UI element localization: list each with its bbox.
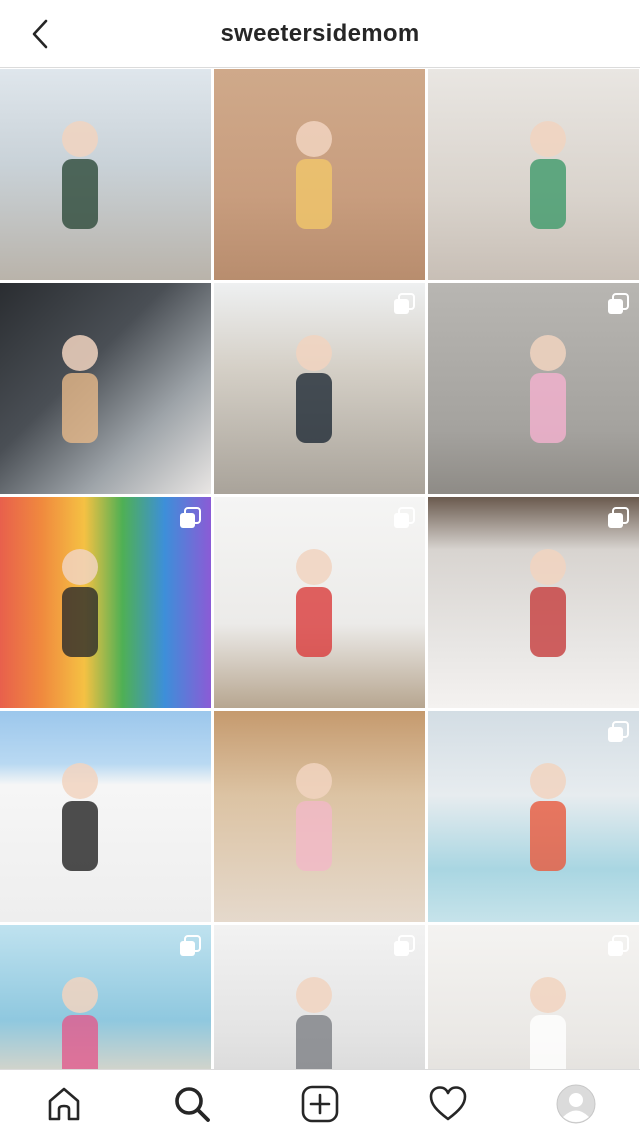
post-thumbnail[interactable] — [0, 497, 211, 708]
add-post-icon — [301, 1085, 339, 1123]
chevron-left-icon — [32, 19, 48, 49]
heart-icon — [429, 1086, 467, 1121]
carousel-icon — [394, 935, 415, 956]
post-photo — [214, 711, 425, 922]
avatar — [556, 1084, 596, 1124]
posts-grid — [0, 69, 640, 1136]
post-photo — [0, 711, 211, 922]
post-photo — [0, 69, 211, 280]
top-bar: sweetersidemom — [0, 0, 640, 68]
bottom-navigation — [0, 1069, 640, 1138]
post-thumbnail[interactable] — [214, 69, 425, 280]
home-icon — [48, 1087, 80, 1121]
home-tab[interactable] — [40, 1080, 88, 1128]
post-photo — [428, 69, 639, 280]
profile-username: sweetersidemom — [220, 19, 420, 47]
carousel-icon — [608, 293, 629, 314]
post-thumbnail[interactable] — [428, 283, 639, 494]
post-thumbnail[interactable] — [214, 497, 425, 708]
back-button[interactable] — [24, 18, 56, 50]
activity-tab[interactable] — [424, 1080, 472, 1128]
carousel-icon — [394, 507, 415, 528]
carousel-icon — [180, 507, 201, 528]
search-icon — [175, 1087, 210, 1122]
search-tab[interactable] — [168, 1080, 216, 1128]
post-thumbnail[interactable] — [214, 283, 425, 494]
post-photo — [0, 283, 211, 494]
carousel-icon — [608, 507, 629, 528]
post-thumbnail[interactable] — [428, 497, 639, 708]
carousel-icon — [608, 935, 629, 956]
post-thumbnail[interactable] — [428, 711, 639, 922]
post-thumbnail[interactable] — [0, 711, 211, 922]
post-thumbnail[interactable] — [0, 69, 211, 280]
profile-tab[interactable] — [552, 1080, 600, 1128]
post-photo — [214, 69, 425, 280]
carousel-icon — [394, 293, 415, 314]
carousel-icon — [180, 935, 201, 956]
new-post-tab[interactable] — [296, 1080, 344, 1128]
carousel-icon — [608, 721, 629, 742]
post-thumbnail[interactable] — [0, 283, 211, 494]
post-thumbnail[interactable] — [428, 69, 639, 280]
post-thumbnail[interactable] — [214, 711, 425, 922]
